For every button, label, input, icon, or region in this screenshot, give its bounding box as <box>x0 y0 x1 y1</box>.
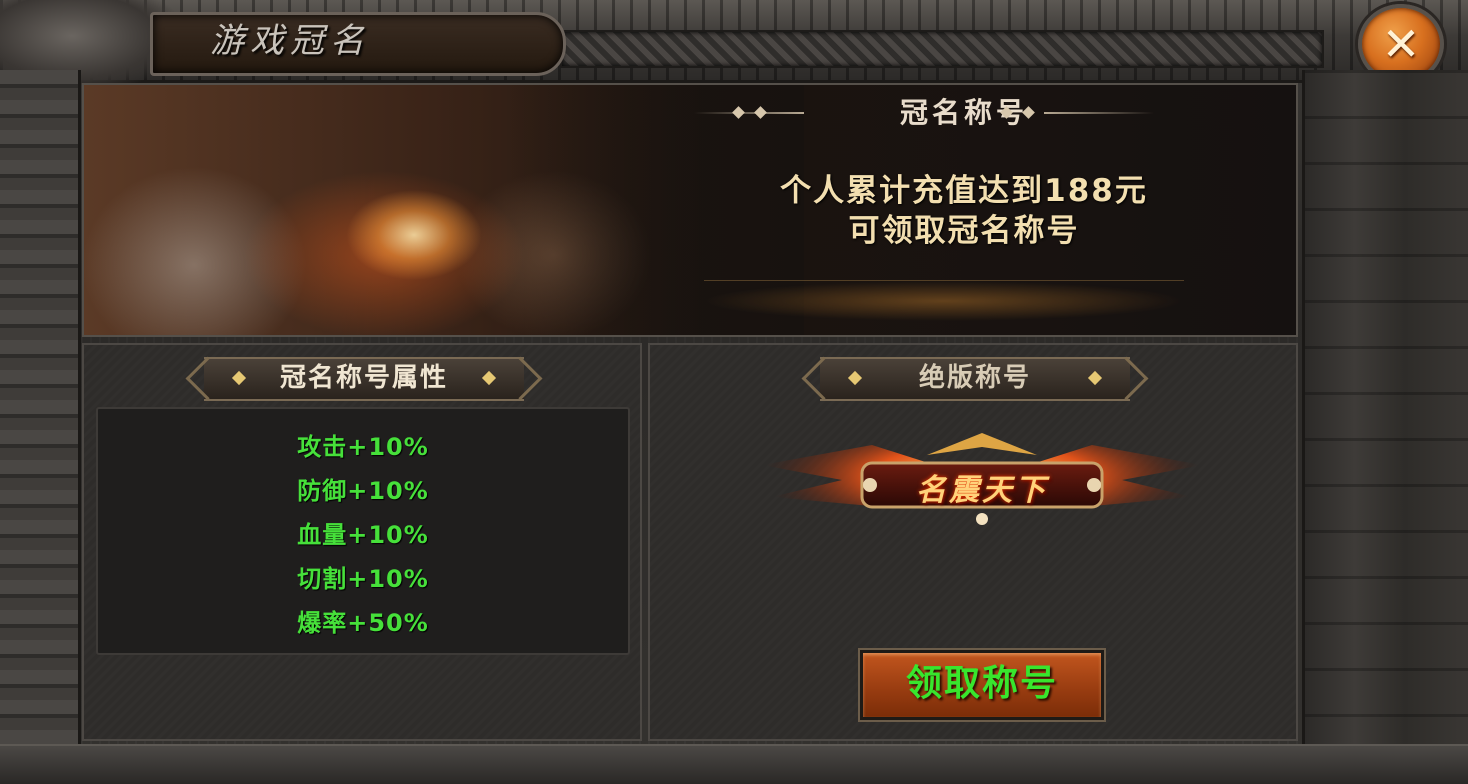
attribute-item: 爆率+50% <box>297 609 429 637</box>
attributes-panel: 冠名称号属性 攻击+10% 防御+10% 血量+10% 切割+10% 爆率+50… <box>82 343 642 741</box>
banner-glow <box>704 280 1184 321</box>
diamond-icon <box>847 370 863 386</box>
attribute-item: 防御+10% <box>297 477 429 505</box>
banner-description-line-2: 可领取冠名称号 <box>848 213 1080 249</box>
right-border <box>1302 70 1468 782</box>
attribute-item: 攻击+10% <box>297 433 429 461</box>
game-window: 游戏冠名 ✕ 冠名称号 个人累计充值达到188元 可领取冠名称号 冠名称号属性 … <box>0 0 1468 784</box>
diamond-icon <box>1087 370 1103 386</box>
banner-heading: 冠名称号 <box>899 96 1028 129</box>
attribute-item: 切割+10% <box>297 565 429 593</box>
claim-title-button[interactable]: 领取称号 <box>860 650 1104 720</box>
window-title: 游戏冠名 <box>210 21 370 61</box>
attributes-list: 攻击+10% 防御+10% 血量+10% 切割+10% 爆率+50% <box>96 407 630 655</box>
banner-description-line-1: 个人累计充值达到188元 <box>780 173 1148 209</box>
attribute-item: 血量+10% <box>297 521 429 549</box>
banner: 冠名称号 个人累计充值达到188元 可领取冠名称号 <box>82 83 1298 337</box>
heading-ornament-right <box>1044 112 1154 114</box>
exclusive-title-heading: 绝版称号 <box>820 357 1130 401</box>
exclusive-title-heading-label: 绝版称号 <box>918 363 1031 393</box>
title-panel: 绝版称号 名震天下 领取称号 <box>648 343 1298 741</box>
diamond-icon <box>481 370 497 386</box>
claim-title-button-label: 领取称号 <box>905 663 1058 704</box>
chain-decoration <box>560 30 1324 68</box>
diamond-icon <box>231 370 247 386</box>
attributes-heading: 冠名称号属性 <box>204 357 524 401</box>
title-emblem: 名震天下 <box>752 425 1212 535</box>
title-emblem-text: 名震天下 <box>916 473 1048 508</box>
attributes-heading-label: 冠名称号属性 <box>279 363 448 393</box>
left-border <box>0 70 81 782</box>
bottom-border <box>0 744 1468 784</box>
